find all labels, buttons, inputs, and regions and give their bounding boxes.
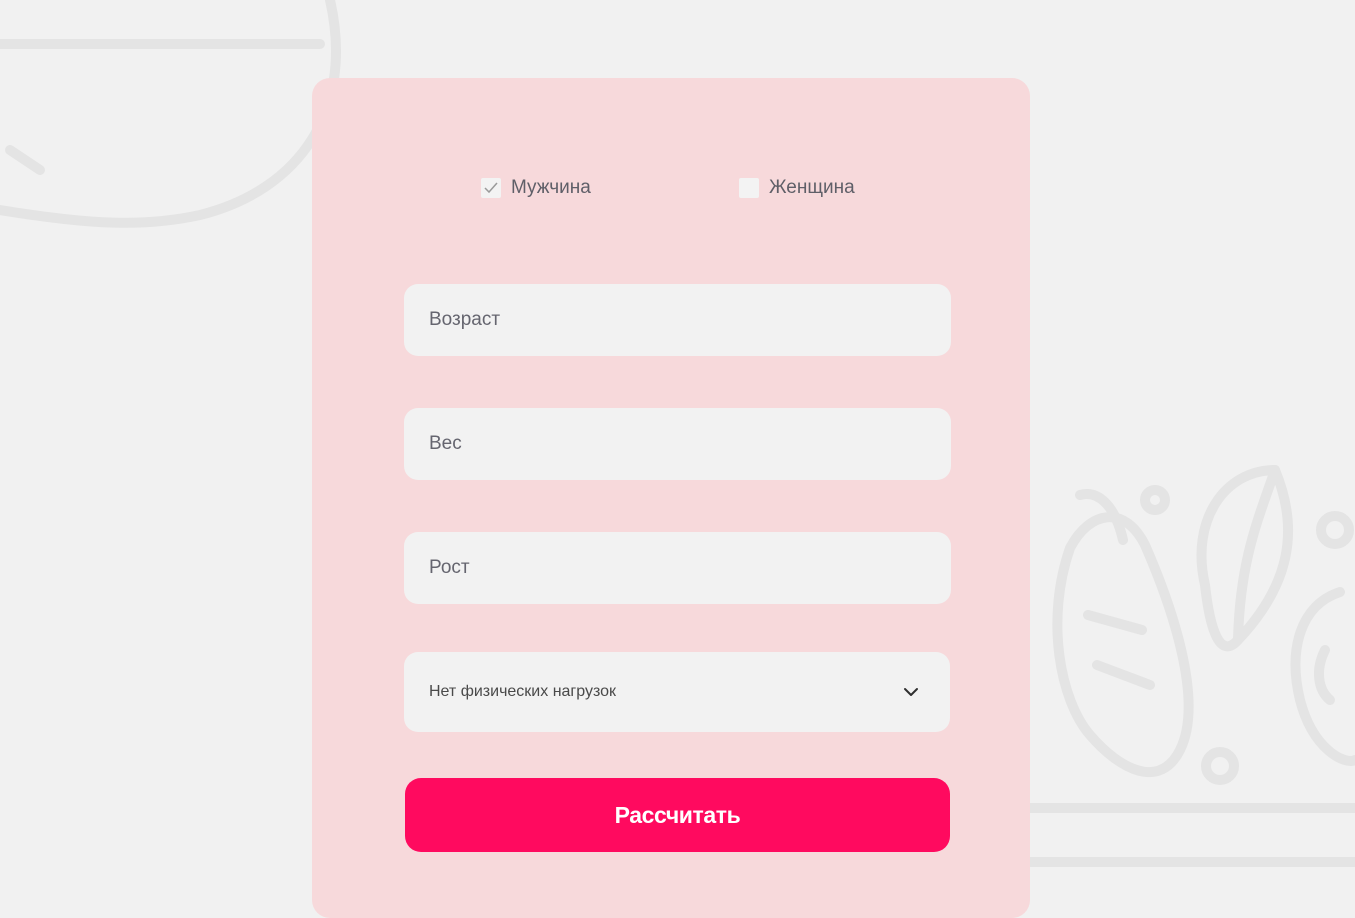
weight-input[interactable]: Вес xyxy=(404,408,951,480)
male-label: Мужчина xyxy=(511,177,591,198)
male-option[interactable]: Мужчина xyxy=(481,176,591,200)
female-checkbox[interactable] xyxy=(739,178,759,198)
calculate-button[interactable]: Рассчитать xyxy=(405,778,950,852)
check-icon xyxy=(484,182,498,194)
chevron-down-icon xyxy=(904,688,918,696)
height-input[interactable]: Рост xyxy=(404,532,951,604)
age-placeholder: Возраст xyxy=(429,309,501,330)
female-label: Женщина xyxy=(769,177,855,198)
height-placeholder: Рост xyxy=(429,557,470,578)
male-checkbox[interactable] xyxy=(481,178,501,198)
activity-select[interactable]: Нет физических нагрузок xyxy=(404,652,950,732)
female-option[interactable]: Женщина xyxy=(739,176,855,200)
weight-placeholder: Вес xyxy=(429,433,462,454)
calculate-label: Рассчитать xyxy=(614,801,741,828)
activity-selected-value: Нет физических нагрузок xyxy=(429,683,617,700)
age-input[interactable]: Возраст xyxy=(404,284,951,356)
